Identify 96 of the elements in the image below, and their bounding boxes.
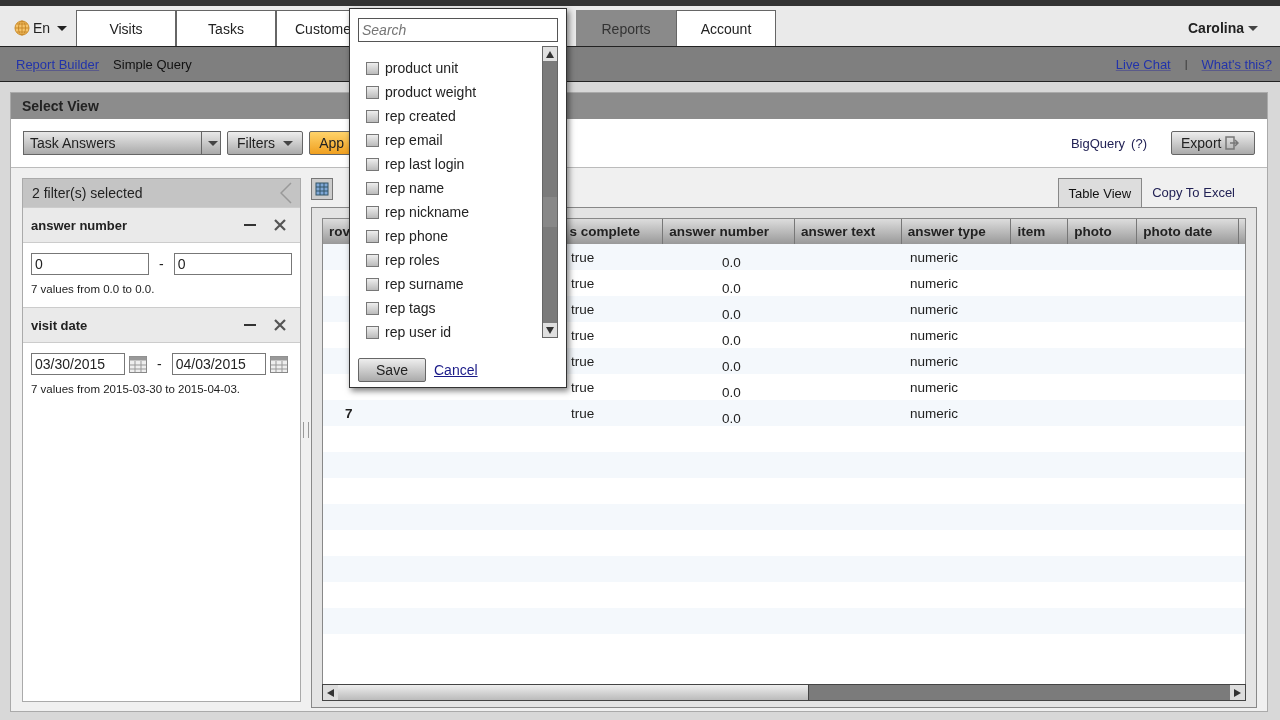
column-option[interactable]: rep roles (366, 248, 542, 272)
separator-text: | (1184, 58, 1188, 70)
table-cell: true (571, 249, 595, 265)
minimize-icon[interactable] (243, 323, 256, 327)
close-icon[interactable] (273, 319, 286, 331)
checkbox[interactable] (366, 205, 379, 219)
save-button[interactable]: Save (358, 358, 426, 382)
globe-icon (14, 20, 30, 36)
scroll-down-icon[interactable] (546, 326, 554, 334)
column-option[interactable]: product unit (366, 56, 542, 80)
scroll-left-icon[interactable] (327, 688, 334, 697)
language-selector[interactable]: En (0, 10, 76, 46)
table-cell: numeric (910, 379, 958, 395)
nav-tab[interactable]: Account (676, 10, 776, 46)
table-cell: numeric (910, 327, 958, 343)
nav-tab[interactable]: Custome (276, 10, 349, 46)
column-option[interactable]: rep nickname (366, 200, 542, 224)
filter-note: 7 values from 0.0 to 0.0. (31, 283, 156, 295)
checkbox[interactable] (366, 277, 379, 291)
checkbox[interactable] (366, 181, 379, 195)
table-cell: numeric (910, 353, 958, 369)
filter-name: visit date (31, 317, 88, 333)
table-cell: numeric (910, 301, 958, 317)
table-cell: numeric (910, 249, 958, 265)
column-option[interactable]: rep created (366, 104, 542, 128)
table-cell: 0.0 (722, 281, 741, 296)
table-cell: numeric (910, 405, 958, 421)
checkbox[interactable] (366, 325, 379, 339)
splitter-handle[interactable] (302, 422, 309, 438)
number-field[interactable]: 0 (173, 253, 292, 275)
table-cell: 0.0 (722, 307, 741, 322)
column-option[interactable]: rep email (366, 128, 542, 152)
calendar-icon[interactable] (269, 355, 288, 373)
range-separator: - (159, 256, 164, 272)
number-field[interactable]: 0 (31, 253, 149, 275)
view-tab[interactable]: Copy To Excel (1142, 178, 1245, 207)
help-link[interactable]: (?) (1131, 135, 1147, 151)
nav-tab[interactable]: Visits (76, 10, 176, 46)
minimize-icon[interactable] (243, 223, 256, 227)
nav-tab[interactable]: Reports (576, 10, 676, 46)
filter-summary: 2 filter(s) selected (32, 185, 143, 201)
search-field[interactable]: Search (358, 18, 558, 42)
scroll-up-icon[interactable] (546, 50, 554, 58)
panel-title: Select View (22, 98, 99, 114)
table-cell: 0.0 (722, 333, 741, 348)
table-cell: numeric (910, 275, 958, 291)
view-tab[interactable]: Table View (1057, 178, 1143, 207)
checkbox[interactable] (366, 85, 379, 99)
table-cell: 0.0 (722, 411, 741, 426)
table-cell: 0.0 (722, 255, 741, 270)
close-icon[interactable] (273, 219, 286, 231)
nav-tab[interactable]: Tasks (176, 10, 276, 46)
checkbox[interactable] (366, 157, 379, 171)
table-cell: true (571, 353, 595, 369)
table-cell: 0.0 (722, 359, 741, 374)
column-option[interactable]: rep last login (366, 152, 542, 176)
table-cell: 0.0 (722, 385, 741, 400)
caret-icon (57, 25, 68, 31)
horizontal-scrollbar[interactable] (322, 684, 1246, 701)
simple-query-link[interactable]: Simple Query (113, 56, 192, 72)
table-cell: true (571, 379, 595, 395)
checkbox[interactable] (366, 109, 379, 123)
column-option[interactable]: rep user id (366, 320, 542, 344)
table-cell: true (571, 301, 595, 317)
calendar-icon[interactable] (129, 355, 147, 373)
filter-note: 7 values from 2015-03-30 to 2015-04-03. (31, 383, 242, 395)
checkbox[interactable] (366, 133, 379, 147)
checkbox[interactable] (366, 61, 379, 75)
export-icon (1225, 136, 1240, 150)
caret-icon (1248, 25, 1258, 31)
bigquery-label: BigQuery (1070, 135, 1126, 151)
date-field[interactable]: 03/30/2015 (31, 353, 125, 375)
user-menu[interactable]: Carolina (1188, 10, 1258, 46)
checkbox[interactable] (366, 229, 379, 243)
range-separator: - (157, 356, 162, 372)
table-cell: true (571, 327, 595, 343)
date-field[interactable]: 04/03/2015 (171, 353, 266, 375)
filter-name: answer number (31, 217, 128, 233)
column-option[interactable]: rep phone (366, 224, 542, 248)
column-option[interactable]: rep surname (366, 272, 542, 296)
filters-button[interactable]: Filters (227, 131, 304, 155)
column-option[interactable]: product weight (366, 80, 542, 104)
checkbox[interactable] (366, 301, 379, 315)
checkbox[interactable] (366, 253, 379, 267)
scroll-right-icon[interactable] (1234, 688, 1241, 697)
cancel-link[interactable]: Cancel (434, 362, 478, 378)
table-cell: true (571, 275, 595, 291)
column-option[interactable]: rep name (366, 176, 542, 200)
column-option[interactable]: rep tags (366, 296, 542, 320)
export-button[interactable]: Export (1171, 131, 1255, 155)
view-select[interactable]: Task Answers (23, 131, 221, 155)
scroll-thumb[interactable] (543, 197, 557, 227)
grid-icon[interactable] (311, 178, 333, 200)
table-cell: true (571, 405, 595, 421)
vertical-scrollbar[interactable] (542, 46, 558, 338)
table-cell: 7 (345, 405, 353, 421)
